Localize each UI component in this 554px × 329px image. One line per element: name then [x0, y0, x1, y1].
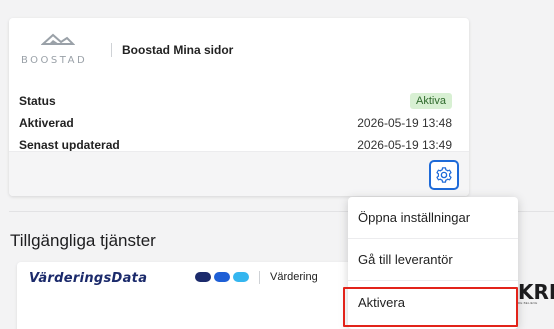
- dot-light: [233, 272, 249, 282]
- provider-title: Boostad Mina sidor: [122, 43, 234, 57]
- provider-details: Status Aktiva Aktiverad 2026-05-19 13:48…: [19, 90, 452, 156]
- partial-logo-subtext: DE BELIEVE: [518, 301, 538, 305]
- header-divider: [111, 43, 112, 57]
- provider-card: BOOSTAD Boostad Mina sidor Status Aktiva…: [9, 18, 469, 196]
- activated-label: Aktiverad: [19, 116, 74, 130]
- menu-item-activate[interactable]: Aktivera: [348, 281, 518, 323]
- provider-card-footer: [9, 151, 469, 196]
- section-title: Tillgängliga tjänster: [10, 231, 156, 250]
- boostad-roof-icon: [41, 33, 75, 45]
- service-divider: [259, 271, 260, 284]
- menu-item-open-settings[interactable]: Öppna inställningar: [348, 197, 518, 239]
- gear-icon: [436, 167, 452, 183]
- status-label: Status: [19, 94, 56, 108]
- status-badge: Aktiva: [410, 93, 452, 109]
- varderingsdata-dots-icon: [195, 272, 249, 282]
- boostad-logo-text: BOOSTAD: [21, 55, 88, 66]
- provider-card-header: BOOSTAD Boostad Mina sidor: [19, 28, 233, 72]
- dot-mid: [214, 272, 230, 282]
- settings-button[interactable]: [429, 160, 459, 190]
- updated-value: 2026-05-19 13:49: [357, 138, 452, 152]
- boostad-logo: BOOSTAD: [19, 30, 107, 70]
- status-row: Status Aktiva: [19, 90, 452, 112]
- dot-dark: [195, 272, 211, 282]
- activated-row: Aktiverad 2026-05-19 13:48: [19, 112, 452, 134]
- settings-menu: Öppna inställningar Gå till leverantör A…: [348, 197, 518, 329]
- service-name: Värdering: [270, 271, 318, 283]
- varderingsdata-logo: VärderingsData: [29, 271, 148, 286]
- activated-value: 2026-05-19 13:48: [357, 116, 452, 130]
- menu-item-go-to-provider[interactable]: Gå till leverantör: [348, 239, 518, 281]
- updated-label: Senast updaterad: [19, 138, 120, 152]
